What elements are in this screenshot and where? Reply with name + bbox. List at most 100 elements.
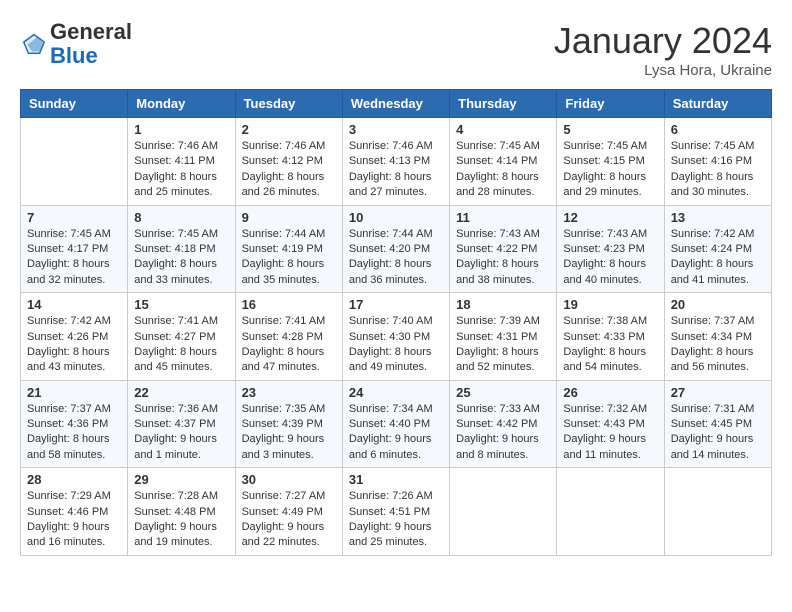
column-header-saturday: Saturday (664, 90, 771, 118)
calendar-cell: 15 Sunrise: 7:41 AM Sunset: 4:27 PM Dayli… (128, 293, 235, 381)
calendar-cell: 5 Sunrise: 7:45 AM Sunset: 4:15 PM Daylig… (557, 118, 664, 206)
cell-content: Sunrise: 7:26 AM Sunset: 4:51 PM Dayligh… (349, 489, 443, 551)
calendar-cell: 29Sunrise: 7:28 AM Sunset: 4:48 PM Dayli… (128, 468, 235, 556)
calendar-cell: 6Sunrise: 7:45 AM Sunset: 4:16 PM Daylig… (664, 118, 771, 206)
day-number: 18 (456, 297, 550, 312)
calendar-cell: 16Sunrise: 7:41 AM Sunset: 4:28 PM Dayli… (235, 293, 342, 381)
column-header-friday: Friday (557, 90, 664, 118)
cell-content: Sunrise: 7:46 AM Sunset: 4:11 PM Dayligh… (134, 139, 228, 201)
calendar-cell: 21 Sunrise: 7:37 AM Sunset: 4:36 PM Dayli… (21, 380, 128, 468)
calendar-cell: 25 Sunrise: 7:33 AM Sunset: 4:42 PM Dayli… (450, 380, 557, 468)
column-header-tuesday: Tuesday (235, 90, 342, 118)
logo: General Blue (20, 20, 132, 68)
day-number: 29 (134, 472, 228, 487)
day-number: 17 (349, 297, 443, 312)
calendar-cell (557, 468, 664, 556)
day-number: 15 (134, 297, 228, 312)
cell-content: Sunrise: 7:45 AM Sunset: 4:17 PM Dayligh… (27, 227, 121, 289)
calendar-cell: 18Sunrise: 7:39 AM Sunset: 4:31 PM Dayli… (450, 293, 557, 381)
location-subtitle: Lysa Hora, Ukraine (554, 62, 772, 79)
calendar-week-row: 7 Sunrise: 7:45 AM Sunset: 4:17 PM Daylig… (21, 205, 772, 293)
cell-content: Sunrise: 7:43 AM Sunset: 4:23 PM Dayligh… (563, 227, 657, 289)
cell-content: Sunrise: 7:34 AM Sunset: 4:40 PM Dayligh… (349, 402, 443, 464)
cell-content: Sunrise: 7:42 AM Sunset: 4:26 PM Dayligh… (27, 314, 121, 376)
title-block: January 2024 Lysa Hora, Ukraine (554, 20, 772, 79)
day-number: 5 (563, 122, 657, 137)
cell-content: Sunrise: 7:38 AM Sunset: 4:33 PM Dayligh… (563, 314, 657, 376)
cell-content: Sunrise: 7:32 AM Sunset: 4:43 PM Dayligh… (563, 402, 657, 464)
day-number: 30 (242, 472, 336, 487)
cell-content: Sunrise: 7:29 AM Sunset: 4:46 PM Dayligh… (27, 489, 121, 551)
cell-content: Sunrise: 7:41 AM Sunset: 4:28 PM Dayligh… (242, 314, 336, 376)
day-number: 31 (349, 472, 443, 487)
cell-content: Sunrise: 7:33 AM Sunset: 4:42 PM Dayligh… (456, 402, 550, 464)
cell-content: Sunrise: 7:35 AM Sunset: 4:39 PM Dayligh… (242, 402, 336, 464)
calendar-header-row: SundayMondayTuesdayWednesdayThursdayFrid… (21, 90, 772, 118)
logo-general: General (50, 19, 132, 44)
day-number: 1 (134, 122, 228, 137)
calendar-cell: 19 Sunrise: 7:38 AM Sunset: 4:33 PM Dayli… (557, 293, 664, 381)
cell-content: Sunrise: 7:40 AM Sunset: 4:30 PM Dayligh… (349, 314, 443, 376)
cell-content: Sunrise: 7:37 AM Sunset: 4:36 PM Dayligh… (27, 402, 121, 464)
calendar-cell: 22 Sunrise: 7:36 AM Sunset: 4:37 PM Dayli… (128, 380, 235, 468)
column-header-thursday: Thursday (450, 90, 557, 118)
cell-content: Sunrise: 7:41 AM Sunset: 4:27 PM Dayligh… (134, 314, 228, 376)
day-number: 27 (671, 385, 765, 400)
cell-content: Sunrise: 7:36 AM Sunset: 4:37 PM Dayligh… (134, 402, 228, 464)
calendar-cell: 17 Sunrise: 7:40 AM Sunset: 4:30 PM Dayli… (342, 293, 449, 381)
day-number: 26 (563, 385, 657, 400)
calendar-cell: 20 Sunrise: 7:37 AM Sunset: 4:34 PM Dayli… (664, 293, 771, 381)
day-number: 28 (27, 472, 121, 487)
calendar-cell: 13 Sunrise: 7:42 AM Sunset: 4:24 PM Dayli… (664, 205, 771, 293)
calendar-cell: 1 Sunrise: 7:46 AM Sunset: 4:11 PM Daylig… (128, 118, 235, 206)
day-number: 23 (242, 385, 336, 400)
calendar-cell: 4 Sunrise: 7:45 AM Sunset: 4:14 PM Daylig… (450, 118, 557, 206)
cell-content: Sunrise: 7:45 AM Sunset: 4:14 PM Dayligh… (456, 139, 550, 201)
logo-icon (20, 30, 48, 58)
day-number: 6 (671, 122, 765, 137)
calendar-cell: 23 Sunrise: 7:35 AM Sunset: 4:39 PM Dayli… (235, 380, 342, 468)
day-number: 8 (134, 210, 228, 225)
logo-text: General Blue (50, 20, 132, 68)
day-number: 24 (349, 385, 443, 400)
day-number: 10 (349, 210, 443, 225)
day-number: 25 (456, 385, 550, 400)
calendar-cell: 14Sunrise: 7:42 AM Sunset: 4:26 PM Dayli… (21, 293, 128, 381)
calendar-cell: 3 Sunrise: 7:46 AM Sunset: 4:13 PM Daylig… (342, 118, 449, 206)
day-number: 21 (27, 385, 121, 400)
calendar-cell: 27 Sunrise: 7:31 AM Sunset: 4:45 PM Dayli… (664, 380, 771, 468)
column-header-monday: Monday (128, 90, 235, 118)
day-number: 22 (134, 385, 228, 400)
day-number: 3 (349, 122, 443, 137)
cell-content: Sunrise: 7:43 AM Sunset: 4:22 PM Dayligh… (456, 227, 550, 289)
day-number: 11 (456, 210, 550, 225)
calendar-cell (664, 468, 771, 556)
day-number: 9 (242, 210, 336, 225)
calendar-cell: 24 Sunrise: 7:34 AM Sunset: 4:40 PM Dayli… (342, 380, 449, 468)
cell-content: Sunrise: 7:37 AM Sunset: 4:34 PM Dayligh… (671, 314, 765, 376)
calendar-week-row: 1 Sunrise: 7:46 AM Sunset: 4:11 PM Daylig… (21, 118, 772, 206)
day-number: 13 (671, 210, 765, 225)
calendar-cell (450, 468, 557, 556)
cell-content: Sunrise: 7:31 AM Sunset: 4:45 PM Dayligh… (671, 402, 765, 464)
day-number: 7 (27, 210, 121, 225)
calendar-week-row: 14Sunrise: 7:42 AM Sunset: 4:26 PM Dayli… (21, 293, 772, 381)
calendar-week-row: 21 Sunrise: 7:37 AM Sunset: 4:36 PM Dayli… (21, 380, 772, 468)
day-number: 20 (671, 297, 765, 312)
calendar-cell: 2Sunrise: 7:46 AM Sunset: 4:12 PM Daylig… (235, 118, 342, 206)
day-number: 4 (456, 122, 550, 137)
calendar-cell: 8 Sunrise: 7:45 AM Sunset: 4:18 PM Daylig… (128, 205, 235, 293)
month-title: January 2024 (554, 20, 772, 62)
cell-content: Sunrise: 7:46 AM Sunset: 4:12 PM Dayligh… (242, 139, 336, 201)
cell-content: Sunrise: 7:45 AM Sunset: 4:18 PM Dayligh… (134, 227, 228, 289)
cell-content: Sunrise: 7:46 AM Sunset: 4:13 PM Dayligh… (349, 139, 443, 201)
calendar-cell: 7 Sunrise: 7:45 AM Sunset: 4:17 PM Daylig… (21, 205, 128, 293)
day-number: 19 (563, 297, 657, 312)
cell-content: Sunrise: 7:45 AM Sunset: 4:15 PM Dayligh… (563, 139, 657, 201)
cell-content: Sunrise: 7:42 AM Sunset: 4:24 PM Dayligh… (671, 227, 765, 289)
calendar-week-row: 28 Sunrise: 7:29 AM Sunset: 4:46 PM Dayli… (21, 468, 772, 556)
page-header: General Blue January 2024 Lysa Hora, Ukr… (20, 20, 772, 79)
cell-content: Sunrise: 7:27 AM Sunset: 4:49 PM Dayligh… (242, 489, 336, 551)
cell-content: Sunrise: 7:44 AM Sunset: 4:20 PM Dayligh… (349, 227, 443, 289)
cell-content: Sunrise: 7:44 AM Sunset: 4:19 PM Dayligh… (242, 227, 336, 289)
